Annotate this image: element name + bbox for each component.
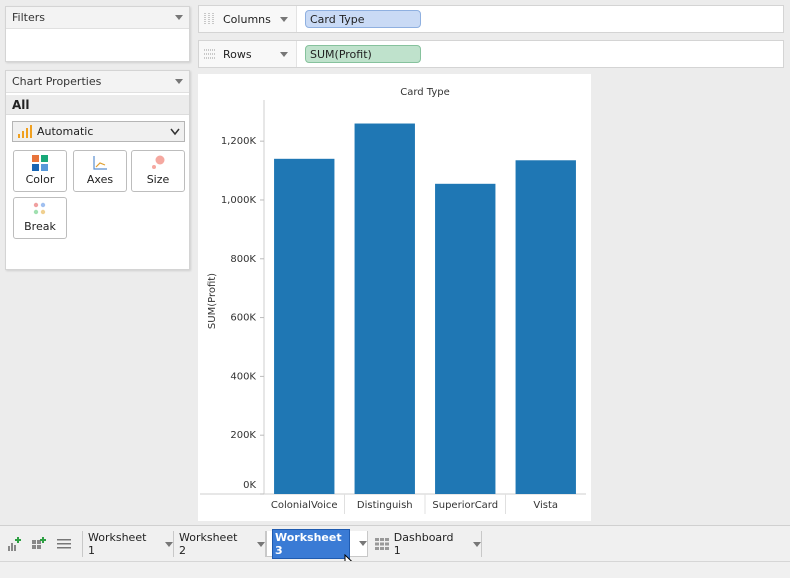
tab-dashboard-1-label: Dashboard 1 <box>393 531 454 557</box>
bar-superiorcard[interactable] <box>435 183 496 494</box>
y-tick-label: 800K <box>230 254 256 265</box>
x-tick-labels: ColonialVoice Distinguish SuperiorCard Vist… <box>271 494 558 514</box>
bar-colonialvoice[interactable] <box>274 158 335 494</box>
size-circles-icon <box>152 155 165 169</box>
filters-menu-caret-icon[interactable] <box>175 15 183 20</box>
size-button[interactable]: Size <box>131 150 185 192</box>
x-tick-label: SuperiorCard <box>432 500 498 511</box>
chart-properties-panel: Chart Properties All Automatic Color Axe… <box>5 70 190 270</box>
bar-chart-icon <box>18 124 32 138</box>
tab-worksheet-2-caret-icon[interactable] <box>257 541 265 547</box>
axes-button-label: Axes <box>86 173 114 186</box>
sheet-tab-bar: Worksheet 1 Worksheet 2 Worksheet 3 Dash… <box>0 525 790 572</box>
chart-properties-header[interactable]: Chart Properties <box>6 71 189 93</box>
bar-distinguish[interactable] <box>354 123 415 494</box>
size-button-label: Size <box>146 173 170 186</box>
break-button[interactable]: Break <box>13 197 67 239</box>
tab-worksheet-1-caret-icon[interactable] <box>165 541 173 547</box>
tab-dashboard-1[interactable]: Dashboard 1 <box>370 531 482 557</box>
rows-shelf-label[interactable]: Rows <box>199 41 297 67</box>
chart-properties-menu-caret-icon[interactable] <box>175 79 183 84</box>
new-dashboard-icon[interactable] <box>31 536 47 552</box>
tab-worksheet-3-caret-icon[interactable] <box>359 541 367 546</box>
bar-chart: Card Type SUM(Profit) ColonialVoice Disti… <box>200 87 586 514</box>
rows-label-text: Rows <box>223 47 252 61</box>
x-tick-label: Distinguish <box>357 500 413 511</box>
y-tick-label: 1,200K <box>221 136 257 147</box>
color-button[interactable]: Color <box>13 150 67 192</box>
x-tick-label: Vista <box>533 500 558 511</box>
tab-worksheet-3-label[interactable]: Worksheet 3 <box>272 528 350 559</box>
tab-worksheet-2-label: Worksheet 2 <box>179 531 238 557</box>
new-worksheet-icon[interactable] <box>7 536 23 552</box>
sheet-list-icon[interactable] <box>56 536 72 552</box>
columns-label-text: Columns <box>223 12 271 26</box>
tab-worksheet-1-label: Worksheet 1 <box>88 531 147 557</box>
scope-label[interactable]: All <box>6 95 189 115</box>
break-button-label: Break <box>24 220 56 233</box>
bar-vista[interactable] <box>515 160 576 494</box>
tab-worksheet-1[interactable]: Worksheet 1 <box>82 531 174 557</box>
color-swatch-icon <box>32 155 48 171</box>
rows-pill[interactable]: SUM(Profit) <box>305 45 421 63</box>
bars <box>274 123 576 494</box>
columns-icon <box>204 13 214 25</box>
chevron-down-icon <box>170 128 180 135</box>
filters-title: Filters <box>12 11 45 24</box>
columns-shelf-label[interactable]: Columns <box>199 6 297 32</box>
mark-type-value: Automatic <box>37 125 94 138</box>
status-bar <box>0 561 790 578</box>
rows-icon <box>204 49 216 59</box>
tab-dashboard-1-caret-icon[interactable] <box>473 541 481 547</box>
axes-icon <box>93 156 107 170</box>
tab-worksheet-2[interactable]: Worksheet 2 <box>174 531 266 557</box>
rows-menu-caret-icon[interactable] <box>280 51 288 57</box>
break-dots-icon <box>33 202 46 215</box>
columns-shelf[interactable]: Columns Card Type <box>198 5 784 33</box>
axes-button[interactable]: Axes <box>73 150 127 192</box>
columns-menu-caret-icon[interactable] <box>280 16 288 22</box>
y-tick-label: 0K <box>243 480 256 491</box>
mark-type-select[interactable]: Automatic <box>12 121 185 142</box>
y-tick-labels: 0K 200K 400K 600K 800K 1,000K 1,200K <box>221 136 264 495</box>
y-axis-label: SUM(Profit) <box>207 273 218 329</box>
rows-shelf[interactable]: Rows SUM(Profit) <box>198 40 784 68</box>
chart-area: Card Type SUM(Profit) ColonialVoice Disti… <box>198 74 591 521</box>
chart-properties-title: Chart Properties <box>12 75 102 88</box>
filters-header[interactable]: Filters <box>6 7 189 29</box>
x-tick-label: ColonialVoice <box>271 500 338 511</box>
chart-title: Card Type <box>400 87 450 98</box>
dashboard-grid-icon <box>375 538 389 550</box>
y-tick-label: 400K <box>230 371 256 382</box>
color-button-label: Color <box>25 173 55 186</box>
y-tick-label: 1,000K <box>221 195 257 206</box>
y-tick-label: 200K <box>230 430 256 441</box>
filters-panel: Filters <box>5 6 190 62</box>
y-tick-label: 600K <box>230 313 256 324</box>
columns-pill[interactable]: Card Type <box>305 10 421 28</box>
